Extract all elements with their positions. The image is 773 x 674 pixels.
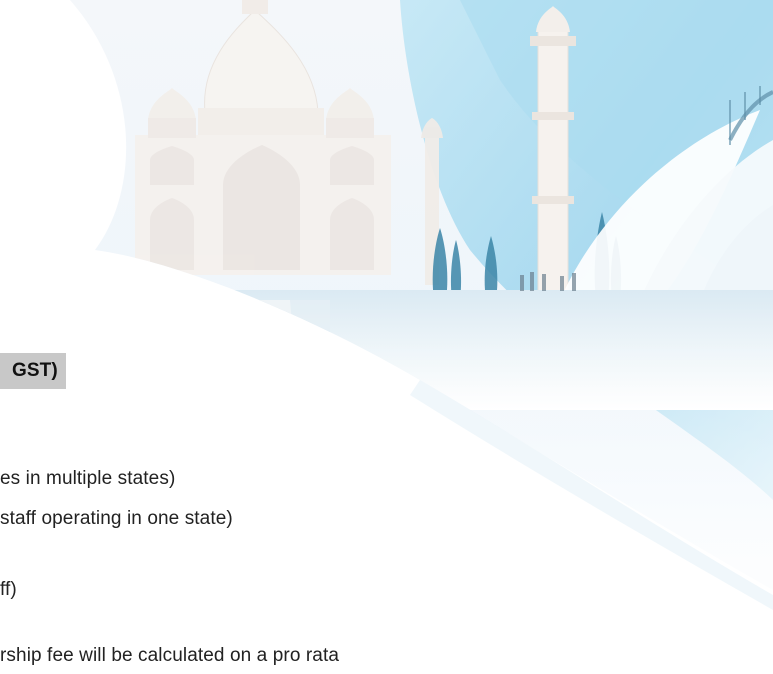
body-text-line: es in multiple states) <box>0 468 176 489</box>
body-text-line: ff) <box>0 579 17 600</box>
slide: GST) es in multiple states) staff operat… <box>0 0 773 674</box>
background-collage-image <box>70 0 773 610</box>
section-heading: GST) <box>0 353 66 389</box>
body-text-line: staff operating in one state) <box>0 508 233 529</box>
body-text-line: rship fee will be calculated on a pro ra… <box>0 645 340 666</box>
photo-collage <box>70 0 773 590</box>
